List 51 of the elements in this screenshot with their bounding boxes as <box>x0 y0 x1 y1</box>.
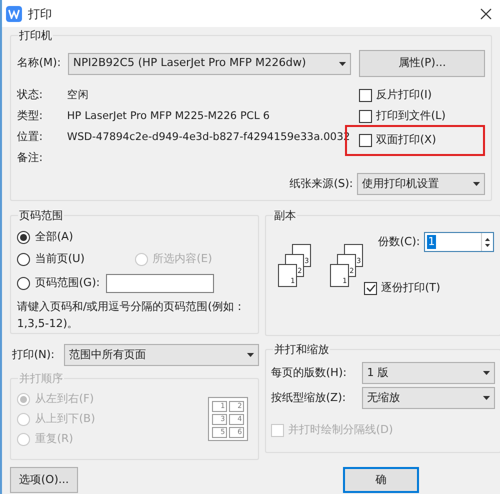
field-value: 空闲 <box>67 88 89 103</box>
checkbox[interactable] <box>359 110 372 123</box>
checkbox-label: 并打时绘制分隔线(D) <box>288 422 394 438</box>
field-value: HP LaserJet Pro MFP M225-M226 PCL 6 <box>67 108 270 124</box>
field-label: 份数(C): <box>378 234 420 250</box>
radio-label: 当前页(U) <box>35 250 85 267</box>
checkbox-label: 双面打印(X) <box>376 132 436 148</box>
caret-icon <box>247 353 254 357</box>
radio-label: 从上到下(B) <box>35 411 96 428</box>
radio-button[interactable] <box>17 276 30 290</box>
spin-arrows-icon <box>480 233 493 251</box>
ok-button[interactable]: 确 <box>343 467 419 493</box>
radio-button[interactable] <box>17 230 30 244</box>
checkbox[interactable] <box>359 89 372 102</box>
field-label: 类型: <box>17 108 44 124</box>
checkbox-label: 打印到文件(L) <box>376 108 446 124</box>
field-label: 名称(M): <box>17 55 62 72</box>
caret-icon <box>483 371 490 375</box>
radio-button[interactable] <box>17 252 30 266</box>
scale-dropdown[interactable]: 无缩放 <box>362 387 495 409</box>
field-label: 每页的版数(H): <box>271 364 348 381</box>
copies-spinner[interactable]: 1 <box>424 232 494 252</box>
pages-per-sheet-dropdown[interactable]: 1 版 <box>362 362 495 384</box>
window-title: 打印 <box>28 6 52 22</box>
paper-source-dropdown[interactable]: 使用打印机设置 <box>357 173 485 195</box>
checkbox[interactable] <box>364 282 377 295</box>
print-dropdown[interactable]: 范围中所有页面 <box>64 344 259 366</box>
radio-label: 所选内容(E) <box>152 250 212 267</box>
properties-button[interactable]: 属性(P)... <box>359 50 485 77</box>
page-range-input[interactable] <box>106 274 214 292</box>
field-label: 位置: <box>17 129 44 146</box>
field-label: 按纸型缩放(Z): <box>271 390 347 406</box>
checkbox-label: 逐份打印(T) <box>381 280 440 296</box>
app-logo-icon <box>6 6 22 22</box>
caret-icon <box>483 396 490 400</box>
checkbox-label: 反片打印(I) <box>376 87 432 104</box>
printer-dropdown[interactable]: NPI2B92C5 (HP LaserJet Pro MFP M226dw) <box>68 52 352 74</box>
close-icon <box>480 8 492 20</box>
field-label: 纸张来源(S): <box>290 176 353 192</box>
radio-label: 全部(A) <box>35 228 74 245</box>
radio-label: 从左到右(F) <box>35 391 94 408</box>
field-label: 备注: <box>17 150 44 166</box>
radio-label: 页码范围(G): <box>35 274 100 291</box>
caret-icon <box>339 62 346 66</box>
field-label: 打印(N): <box>12 346 56 363</box>
checkbox[interactable] <box>359 134 372 147</box>
options-button[interactable]: 选项(O)... <box>10 467 78 493</box>
field-label: 状态: <box>17 87 44 104</box>
radio-label: 重复(R) <box>35 431 74 448</box>
hint-text: 请键入页码和/或用逗号分隔的页码范围(例如：1,3,5-12)。 <box>17 299 246 332</box>
caret-icon <box>473 182 480 186</box>
